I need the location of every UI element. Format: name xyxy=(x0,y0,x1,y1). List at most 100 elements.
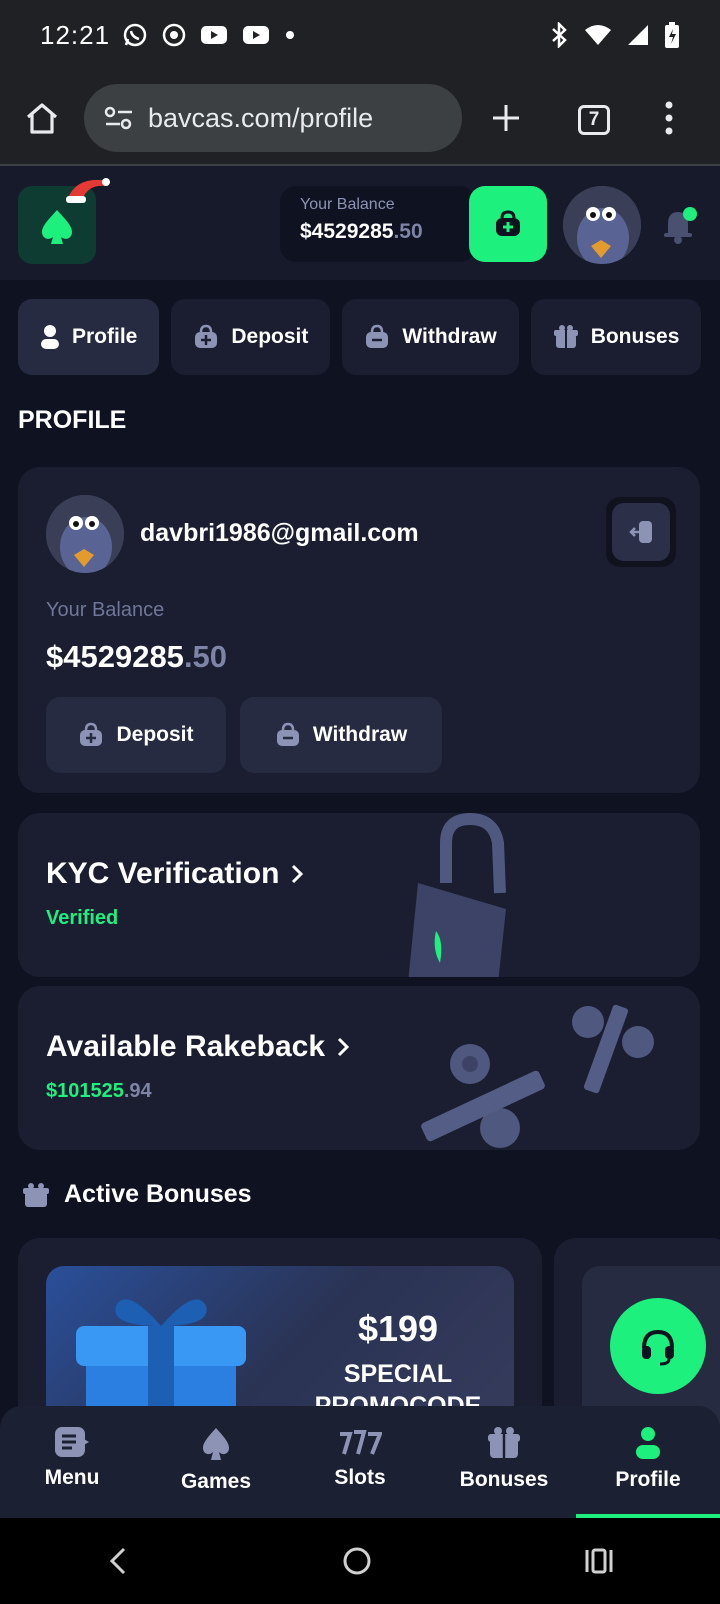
rakeback-amount: $101525.94 xyxy=(46,1080,152,1103)
santa-hat-icon xyxy=(66,178,110,203)
games-icon xyxy=(203,1428,229,1460)
wallet-minus-icon xyxy=(366,324,389,348)
tab-profile[interactable]: Profile xyxy=(18,299,160,375)
logout-icon xyxy=(629,521,652,543)
url-field[interactable]: bavcas.com/profile xyxy=(84,84,462,152)
dino-avatar-icon xyxy=(46,495,124,573)
support-chat-button[interactable] xyxy=(610,1298,706,1394)
browser-toolbar: bavcas.com/profile 7 xyxy=(0,70,720,166)
deposit-button[interactable]: Deposit xyxy=(46,697,226,773)
header-balance-cents: .50 xyxy=(393,220,423,243)
profile-balance-main: $4529285 xyxy=(46,639,184,674)
header-balance-main: $4529285 xyxy=(300,220,394,243)
wallet-minus-icon xyxy=(276,722,299,746)
nav-menu[interactable]: Menu xyxy=(0,1406,144,1518)
app-content: Your Balance $4529285.50 Profile Deposit… xyxy=(0,166,720,1518)
header-avatar[interactable] xyxy=(563,186,641,264)
nav-menu-label: Menu xyxy=(44,1466,100,1489)
nav-slots[interactable]: Slots xyxy=(288,1406,432,1518)
wallet-button[interactable] xyxy=(469,186,547,262)
profile-email: davbri1986@gmail.com xyxy=(140,519,419,547)
system-navigation-bar xyxy=(0,1518,720,1604)
status-bar: 12:21 xyxy=(0,0,720,70)
rakeback-card[interactable]: Available Rakeback $101525.94 xyxy=(18,986,700,1150)
profile-tabs: Profile Deposit Withdraw Bonuses xyxy=(18,299,702,375)
withdraw-button[interactable]: Withdraw xyxy=(240,697,442,773)
profile-avatar xyxy=(46,495,124,573)
menu-icon xyxy=(55,1427,89,1457)
percent-illustration-icon xyxy=(421,1004,654,1148)
site-header: Your Balance $4529285.50 xyxy=(0,166,720,280)
rakeback-amount-cents: .94 xyxy=(123,1080,152,1102)
kyc-card[interactable]: KYC Verification Verified xyxy=(18,813,700,977)
tab-deposit[interactable]: Deposit xyxy=(171,299,331,375)
rakeback-title: Available Rakeback xyxy=(46,1030,350,1064)
new-tab-icon[interactable] xyxy=(491,103,521,133)
home-icon[interactable] xyxy=(24,100,60,136)
rakeback-title-text: Available Rakeback xyxy=(46,1030,326,1063)
kyc-title-text: KYC Verification xyxy=(46,857,280,890)
slots-icon xyxy=(340,1430,382,1455)
nav-slots-label: Slots xyxy=(334,1466,386,1489)
kyc-title: KYC Verification xyxy=(46,857,304,891)
signal-icon xyxy=(628,25,648,45)
gift-icon xyxy=(23,1182,49,1207)
header-balance: Your Balance $4529285.50 xyxy=(280,186,476,262)
logout-button[interactable] xyxy=(606,497,676,567)
wallet-plus-icon xyxy=(195,324,218,348)
gift-icon xyxy=(553,325,578,348)
bluetooth-icon xyxy=(552,22,567,48)
youtube-icon xyxy=(243,26,270,44)
profile-balance-value: $4529285.50 xyxy=(46,639,227,675)
battery-icon xyxy=(665,22,679,48)
active-bonuses-title: Active Bonuses xyxy=(64,1180,252,1208)
home-circle-icon[interactable] xyxy=(342,1546,372,1576)
bonus-text-line1: SPECIAL xyxy=(343,1360,453,1388)
wifi-icon xyxy=(585,25,611,45)
gift-icon xyxy=(488,1427,520,1458)
bottom-navigation: Menu Games Slots Bonuses Profile xyxy=(0,1406,720,1518)
tab-switcher-button[interactable]: 7 xyxy=(578,105,610,135)
wallet-icon xyxy=(496,210,520,236)
more-menu-icon[interactable] xyxy=(664,100,674,136)
recents-icon[interactable] xyxy=(584,1547,614,1575)
site-settings-icon[interactable] xyxy=(104,106,134,130)
notification-bell-icon[interactable] xyxy=(660,206,700,246)
chrome-icon xyxy=(162,23,186,47)
chevron-right-icon xyxy=(338,1037,350,1057)
header-balance-label: Your Balance xyxy=(300,196,395,213)
nav-profile-label: Profile xyxy=(615,1468,681,1491)
wallet-plus-icon xyxy=(80,722,103,746)
status-time: 12:21 xyxy=(40,19,111,50)
profile-card: davbri1986@gmail.com Your Balance $45292… xyxy=(18,467,700,793)
tab-bonuses[interactable]: Bonuses xyxy=(530,299,702,375)
tab-label: Bonuses xyxy=(590,325,680,348)
page-title: PROFILE xyxy=(18,406,127,434)
nav-games-label: Games xyxy=(180,1470,252,1493)
dino-avatar-icon xyxy=(563,186,641,264)
headset-icon xyxy=(642,1329,674,1366)
youtube-icon xyxy=(201,26,228,44)
nav-games[interactable]: Games xyxy=(144,1406,288,1518)
nav-bonuses[interactable]: Bonuses xyxy=(432,1406,576,1518)
nav-bonuses-label: Bonuses xyxy=(459,1468,549,1491)
withdraw-button-label: Withdraw xyxy=(312,723,408,746)
chevron-right-icon xyxy=(292,864,304,884)
tab-label: Withdraw xyxy=(402,325,497,348)
url-text: bavcas.com/profile xyxy=(148,102,374,133)
active-bonuses-heading: Active Bonuses xyxy=(22,1180,252,1209)
nav-profile[interactable]: Profile xyxy=(576,1406,720,1518)
rakeback-amount-main: $101525 xyxy=(46,1080,124,1102)
profile-balance-cents: .50 xyxy=(183,639,228,674)
deposit-button-label: Deposit xyxy=(116,723,194,746)
back-icon[interactable] xyxy=(106,1546,130,1576)
tab-withdraw[interactable]: Withdraw xyxy=(342,299,519,375)
profile-balance-label: Your Balance xyxy=(46,599,165,621)
tab-label: Profile xyxy=(72,325,138,348)
dot-icon xyxy=(286,31,295,39)
whatsapp-icon xyxy=(123,23,147,47)
bonus-amount: $199 xyxy=(357,1308,439,1349)
user-icon xyxy=(636,1427,660,1459)
kyc-status: Verified xyxy=(46,907,119,929)
padlock-illustration-icon xyxy=(408,813,506,977)
